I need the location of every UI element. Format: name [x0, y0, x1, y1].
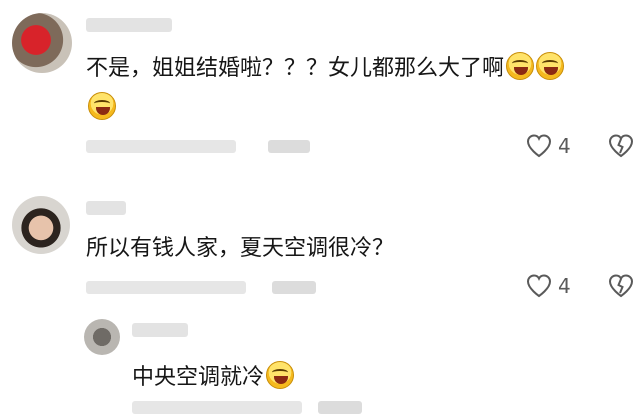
comment-author[interactable] — [86, 18, 172, 32]
like-button[interactable]: 4 — [526, 274, 571, 298]
laughing-tears-emoji-icon — [536, 52, 565, 80]
comment-emoji-line — [86, 92, 116, 120]
avatar[interactable] — [12, 196, 70, 254]
dislike-button[interactable] — [608, 134, 634, 158]
like-count: 4 — [558, 274, 571, 298]
comment-meta — [86, 281, 246, 294]
heart-icon — [526, 134, 552, 158]
avatar[interactable] — [84, 319, 120, 355]
broken-heart-icon — [608, 134, 634, 158]
reply-button[interactable] — [272, 281, 316, 294]
laughing-tears-emoji-icon — [88, 92, 116, 120]
laughing-tears-emoji-icon — [266, 361, 295, 389]
comment-author[interactable] — [86, 201, 126, 215]
reply-button[interactable] — [318, 401, 362, 414]
reply-text: 中央空调就冷 — [132, 361, 295, 393]
laughing-tears-emoji-icon — [506, 52, 535, 80]
comment-meta — [86, 140, 236, 153]
reply-author[interactable] — [132, 323, 188, 337]
broken-heart-icon — [608, 274, 634, 298]
like-button[interactable]: 4 — [526, 134, 571, 158]
heart-icon — [526, 274, 552, 298]
avatar[interactable] — [12, 13, 72, 73]
like-count: 4 — [558, 134, 571, 158]
comment-text: 不是，姐姐结婚啦？？？女儿都那么大了啊 — [86, 52, 565, 84]
dislike-button[interactable] — [608, 274, 634, 298]
reply-meta — [132, 401, 302, 414]
comment-text: 所以有钱人家，夏天空调很冷？ — [86, 236, 395, 261]
reply-button[interactable] — [268, 140, 310, 153]
